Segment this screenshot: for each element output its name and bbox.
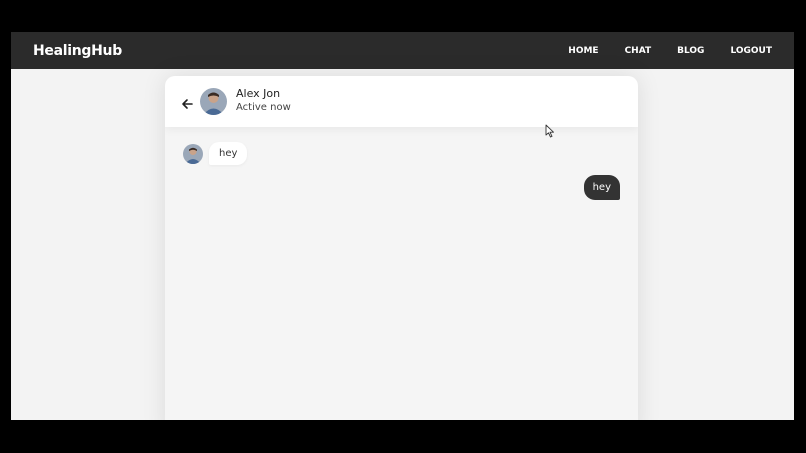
nav-item-home[interactable]: HOME <box>568 46 598 56</box>
chat-window: Alex Jon Active now hey hey <box>165 76 638 420</box>
nav-item-chat[interactable]: CHAT <box>625 46 652 56</box>
sender-avatar <box>183 143 203 164</box>
contact-status: Active now <box>236 102 291 113</box>
arrow-left-icon[interactable] <box>181 95 193 109</box>
incoming-message: hey <box>183 142 248 165</box>
contact-avatar[interactable] <box>200 88 227 115</box>
incoming-message-bubble: hey <box>209 142 248 165</box>
mouse-cursor-icon <box>545 123 555 138</box>
nav-links: HOME CHAT BLOG LOGOUT <box>542 46 772 56</box>
chat-header: Alex Jon Active now <box>165 76 638 127</box>
top-navbar: HealingHub HOME CHAT BLOG LOGOUT <box>11 32 794 69</box>
browser-viewport: HealingHub HOME CHAT BLOG LOGOUT Alex Jo… <box>11 32 794 420</box>
nav-item-blog[interactable]: BLOG <box>677 46 704 56</box>
nav-item-logout[interactable]: LOGOUT <box>730 46 772 56</box>
outgoing-message-bubble: hey <box>583 175 620 200</box>
contact-name: Alex Jon <box>236 87 281 100</box>
brand-logo[interactable]: HealingHub <box>33 43 122 59</box>
